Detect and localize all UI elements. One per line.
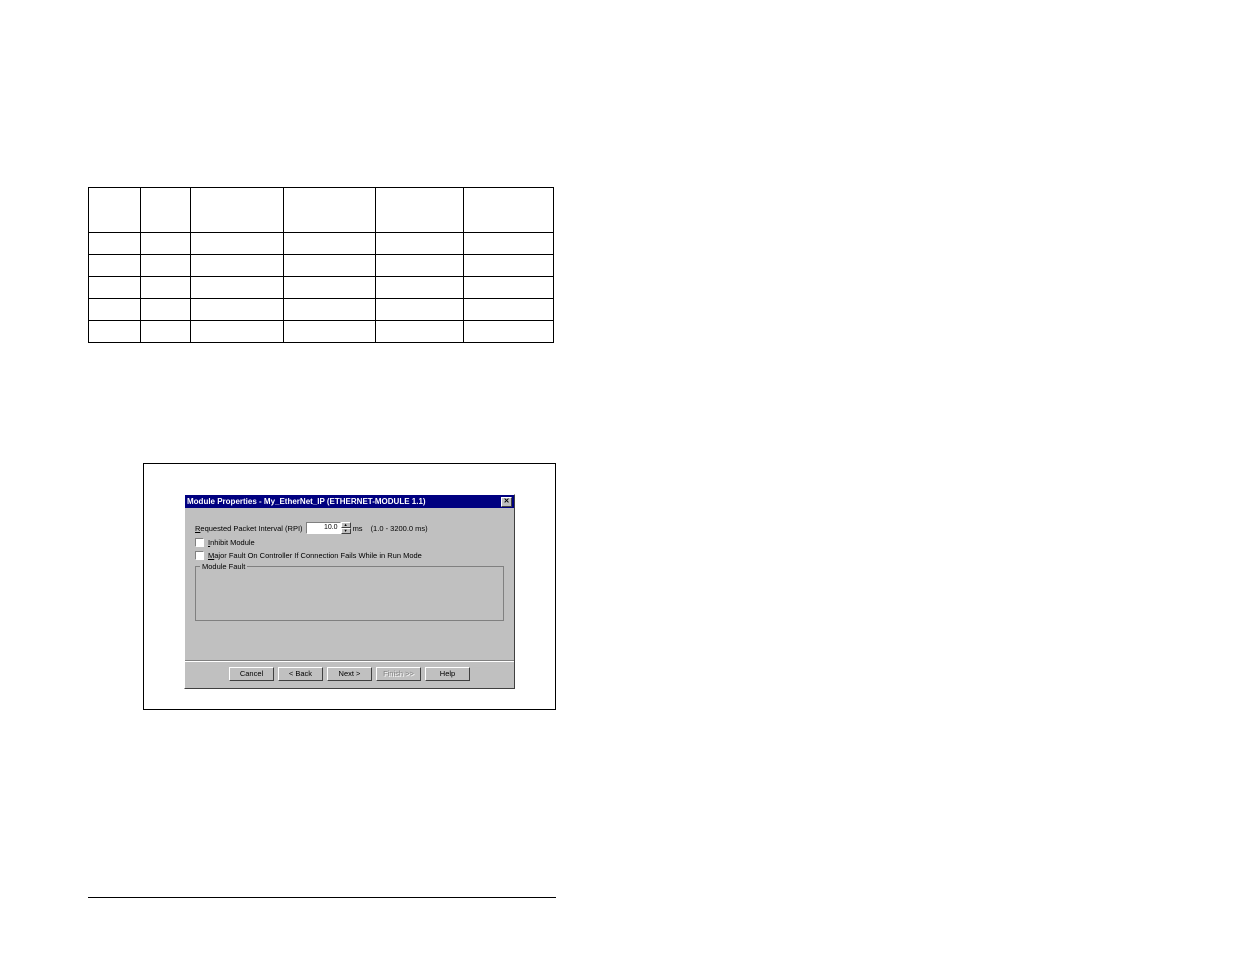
- major-fault-checkbox[interactable]: [195, 551, 204, 560]
- module-properties-dialog: Module Properties - My_EtherNet_IP (ETHE…: [184, 494, 515, 689]
- table-row: [89, 321, 554, 343]
- table-header-4: [283, 188, 376, 233]
- module-fault-group: Module Fault: [195, 566, 504, 621]
- major-fault-label: Major Fault On Controller If Connection …: [208, 551, 422, 560]
- help-button[interactable]: Help: [425, 667, 470, 681]
- separator: [185, 660, 514, 662]
- table-header-3: [190, 188, 283, 233]
- button-row: Cancel < Back Next > Finish >> Help: [185, 667, 514, 681]
- table-header-1: [89, 188, 141, 233]
- footer-separator: [88, 897, 556, 898]
- rpi-label: Requested Packet Interval (RPI): [195, 524, 303, 533]
- finish-button[interactable]: Finish >>: [376, 667, 421, 681]
- table-row: [89, 233, 554, 255]
- data-table: [88, 187, 554, 343]
- dialog-body: Requested Packet Interval (RPI) 10.0 ▲ ▼…: [185, 508, 514, 688]
- rpi-row: Requested Packet Interval (RPI) 10.0 ▲ ▼…: [195, 522, 504, 534]
- inhibit-checkbox[interactable]: [195, 538, 204, 547]
- table-row: [89, 255, 554, 277]
- titlebar: Module Properties - My_EtherNet_IP (ETHE…: [185, 495, 514, 508]
- table-row: [89, 277, 554, 299]
- back-button[interactable]: < Back: [278, 667, 323, 681]
- close-button[interactable]: ✕: [501, 497, 512, 507]
- table-header-6: [464, 188, 554, 233]
- rpi-spinner[interactable]: ▲ ▼: [341, 522, 351, 534]
- rpi-unit: ms: [353, 524, 363, 533]
- module-fault-label: Module Fault: [200, 562, 247, 571]
- figure-frame: Module Properties - My_EtherNet_IP (ETHE…: [143, 463, 556, 710]
- rpi-range: (1.0 - 3200.0 ms): [371, 524, 428, 533]
- titlebar-text: Module Properties - My_EtherNet_IP (ETHE…: [187, 497, 426, 506]
- table-header-2: [140, 188, 190, 233]
- inhibit-row: Inhibit Module: [195, 538, 504, 547]
- cancel-button[interactable]: Cancel: [229, 667, 274, 681]
- table-header-5: [376, 188, 464, 233]
- spinner-down-icon[interactable]: ▼: [341, 528, 351, 534]
- major-fault-row: Major Fault On Controller If Connection …: [195, 551, 504, 560]
- rpi-input[interactable]: 10.0: [306, 522, 341, 534]
- next-button[interactable]: Next >: [327, 667, 372, 681]
- inhibit-label: Inhibit Module: [208, 538, 255, 547]
- table-row: [89, 299, 554, 321]
